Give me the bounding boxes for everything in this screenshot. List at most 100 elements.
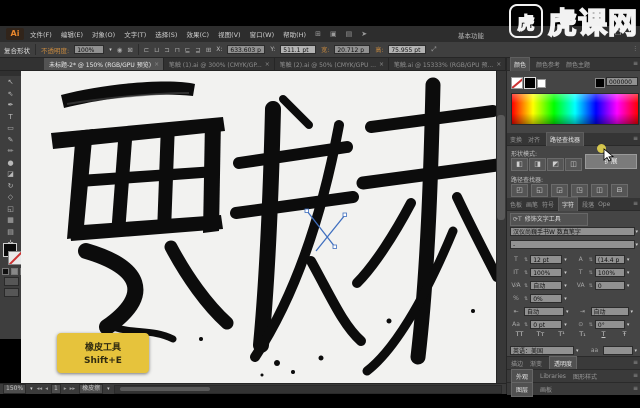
- panel-menu-icon[interactable]: ≡: [633, 385, 638, 392]
- tab-character[interactable]: 字符: [558, 197, 578, 211]
- current-tool-indicator[interactable]: 橡皮擦: [79, 384, 103, 394]
- vertical-scrollbar-thumb[interactable]: [497, 115, 505, 220]
- intersect-icon[interactable]: ◩: [547, 158, 564, 171]
- hex-color-field[interactable]: 000000: [606, 77, 638, 86]
- tab-paragraph[interactable]: 段落: [582, 200, 594, 209]
- align-right-icon[interactable]: ⊐: [164, 46, 169, 54]
- none-color-swatch[interactable]: [511, 77, 523, 89]
- tab-gradient[interactable]: 渐变: [530, 359, 542, 368]
- font-style-select[interactable]: - ▾: [510, 240, 638, 249]
- tab-artboards[interactable]: 画板: [540, 385, 552, 394]
- tab-swatches[interactable]: 色板: [510, 200, 522, 209]
- baseline-shift-field[interactable]: 0 pt: [530, 320, 562, 329]
- proportional-spacing-field[interactable]: 0%: [530, 294, 562, 303]
- chevron-down-icon[interactable]: ▾: [564, 296, 567, 302]
- superscript-button[interactable]: T¹: [553, 330, 570, 338]
- stepper-icon[interactable]: ⇅: [589, 283, 593, 289]
- chevron-down-icon[interactable]: ▾: [564, 283, 567, 289]
- screen-mode-button[interactable]: [4, 288, 19, 297]
- align-center-icon[interactable]: ⊔: [154, 46, 159, 54]
- constrain-proportions-icon[interactable]: ⤢: [431, 45, 436, 54]
- kerning-field[interactable]: 自动: [530, 281, 562, 290]
- tab-close-icon[interactable]: ×: [154, 61, 159, 68]
- space-after-field[interactable]: 自动: [591, 307, 629, 316]
- stepper-icon[interactable]: ⇅: [524, 283, 528, 289]
- layout-icon[interactable]: ⊞: [315, 30, 321, 38]
- panel-menu-icon[interactable]: ≡: [633, 60, 638, 67]
- tab-brushes[interactable]: 画笔: [526, 200, 538, 209]
- tab-libraries[interactable]: Libraries: [540, 373, 566, 380]
- all-caps-button[interactable]: TT: [511, 330, 528, 338]
- underline-button[interactable]: T: [595, 330, 612, 338]
- leading-field[interactable]: (14.4 p: [595, 255, 625, 264]
- close-icon[interactable]: ✕: [630, 29, 636, 37]
- chevron-down-icon[interactable]: ▾: [564, 322, 567, 328]
- menu-item-window[interactable]: 窗口(W): [250, 29, 275, 39]
- rotate-tool[interactable]: ↻: [0, 181, 21, 193]
- paintbrush-tool[interactable]: ✎: [0, 135, 21, 147]
- unite-icon[interactable]: ◧: [511, 158, 528, 171]
- stepper-icon[interactable]: ⇅: [524, 296, 528, 302]
- chevron-down-icon[interactable]: ▾: [627, 283, 630, 289]
- chevron-down-icon[interactable]: ▾: [631, 309, 634, 315]
- style-icon[interactable]: ◉: [117, 46, 123, 54]
- white-swatch[interactable]: [537, 79, 546, 88]
- first-artboard-icon[interactable]: ◂◂: [37, 386, 43, 392]
- opacity-label[interactable]: 不透明度:: [41, 45, 69, 55]
- tab-color-themes[interactable]: 颜色主题: [566, 60, 590, 69]
- chevron-down-icon[interactable]: ▾: [627, 322, 630, 328]
- trim-icon[interactable]: ◱: [531, 184, 548, 197]
- opacity-field[interactable]: 100%: [74, 45, 104, 54]
- blob-brush-tool[interactable]: ●: [0, 158, 21, 170]
- gradient-button[interactable]: [11, 268, 18, 275]
- tab-pathfinder[interactable]: 路径查找器: [546, 132, 584, 146]
- tab-color[interactable]: 颜色: [510, 57, 530, 71]
- align-left-icon[interactable]: ⊏: [144, 46, 149, 54]
- direct-selection-tool[interactable]: ⇖: [0, 89, 21, 101]
- touch-type-tool-button[interactable]: ⟳T 修饰文字工具: [510, 213, 588, 226]
- color-spectrum-bar[interactable]: [511, 93, 639, 125]
- horizontal-scrollbar-thumb[interactable]: [120, 387, 210, 391]
- font-family-select[interactable]: 汉仪尚巍手书W 数真笔字 ▾: [510, 227, 638, 236]
- vertical-scale-field[interactable]: 100%: [530, 268, 562, 277]
- stepper-icon[interactable]: ⇅: [524, 270, 528, 276]
- next-artboard-icon[interactable]: ▸: [64, 386, 67, 392]
- stepper-icon[interactable]: ⇅: [589, 322, 593, 328]
- panel-menu-icon[interactable]: ≡: [633, 359, 638, 366]
- tab-close-icon[interactable]: ×: [496, 61, 501, 68]
- black-swatch[interactable]: [524, 77, 536, 89]
- chevron-down-icon[interactable]: ▾: [627, 257, 630, 263]
- horizontal-scale-field[interactable]: 100%: [595, 268, 625, 277]
- stroke-color-swatch[interactable]: [8, 251, 22, 265]
- document-tab-bichu2[interactable]: 笔触 (2).ai @ 50% (CMYK/GPU ... ×: [275, 58, 389, 70]
- minimize-icon[interactable]: ─: [602, 29, 606, 37]
- menu-item-help[interactable]: 帮助(H): [283, 29, 306, 39]
- tab-opentype[interactable]: Ope: [598, 201, 610, 208]
- x-field[interactable]: 633.603 p: [227, 45, 265, 54]
- anti-alias-select[interactable]: [603, 346, 633, 355]
- tracking-field[interactable]: 0: [595, 281, 625, 290]
- last-artboard-icon[interactable]: ▸▸: [70, 386, 76, 392]
- panel-menu-icon[interactable]: ≡: [633, 200, 638, 207]
- width-field[interactable]: 20.712 p: [334, 45, 370, 54]
- chevron-down-icon[interactable]: ▾: [566, 309, 569, 315]
- chevron-down-icon[interactable]: ▾: [576, 348, 579, 354]
- menu-item-object[interactable]: 对象(O): [92, 29, 115, 39]
- document-tab-untitled2[interactable]: 未标题-2* @ 150% (RGB/GPU 预览) ×: [44, 58, 164, 70]
- selection-tool[interactable]: ↖: [0, 77, 21, 89]
- pencil-tool[interactable]: ✏: [0, 146, 21, 158]
- chevron-down-icon[interactable]: ▾: [107, 386, 110, 392]
- menu-item-edit[interactable]: 编辑(E): [61, 29, 83, 39]
- stepper-icon[interactable]: ⇅: [524, 322, 528, 328]
- menu-item-view[interactable]: 视图(V): [218, 29, 241, 39]
- crop-icon[interactable]: ◳: [571, 184, 588, 197]
- gradient-tool[interactable]: ▤: [0, 227, 21, 239]
- document-tab-bichu[interactable]: 笔触.ai @ 15333% (RGB/GPU 预... ×: [389, 58, 506, 70]
- menu-item-file[interactable]: 文件(F): [30, 29, 52, 39]
- workspace-switcher[interactable]: 基本功能: [458, 30, 484, 40]
- merge-icon[interactable]: ◲: [551, 184, 568, 197]
- maximize-icon[interactable]: ❐: [615, 29, 621, 37]
- pen-tool[interactable]: ✒: [0, 100, 21, 112]
- small-caps-button[interactable]: Tт: [532, 330, 549, 338]
- arrange-documents-icon[interactable]: ▣: [330, 30, 337, 38]
